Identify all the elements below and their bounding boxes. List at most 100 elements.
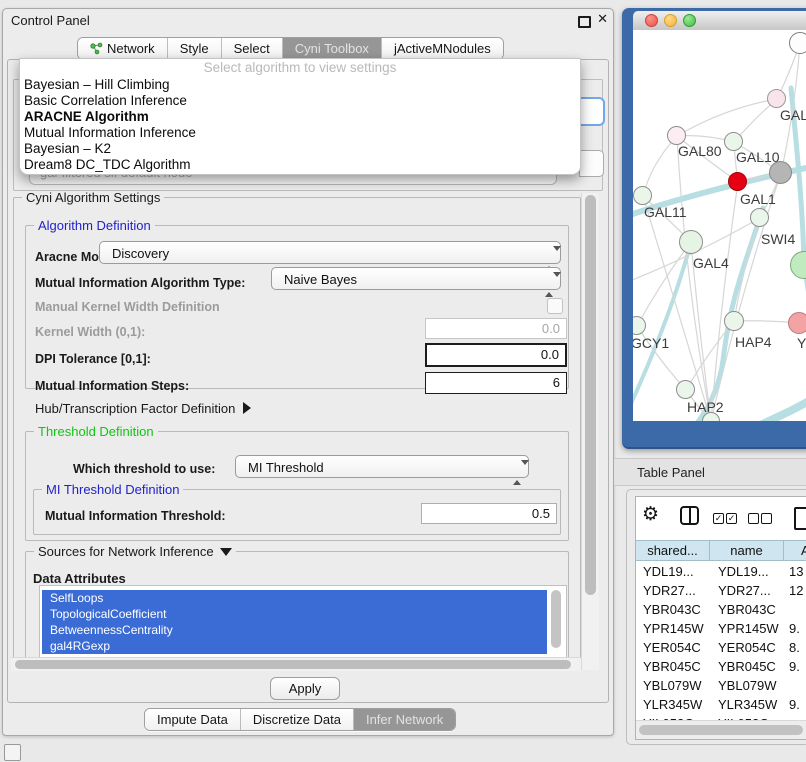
- hub-definition-expander[interactable]: Hub/Transcription Factor Definition: [35, 401, 251, 416]
- column-header[interactable]: name: [709, 540, 784, 561]
- kernel-width-field[interactable]: 0.0: [425, 318, 567, 339]
- expander-arrow-icon: [243, 402, 251, 414]
- data-attributes-label: Data Attributes: [33, 571, 126, 586]
- table-horizontal-scrollbar[interactable]: [636, 720, 806, 740]
- manual-kernel-checkbox[interactable]: [547, 298, 563, 314]
- tab-network[interactable]: Network: [78, 38, 167, 59]
- node-label: GCY1: [633, 335, 669, 351]
- settings-group-title: Cyni Algorithm Settings: [22, 190, 164, 205]
- dpi-tolerance-field[interactable]: 0.0: [425, 343, 567, 367]
- node-label: HAP2: [687, 399, 724, 415]
- settings-horizontal-scrollbar[interactable]: [11, 657, 581, 671]
- sources-title: Sources for Network Inference: [34, 544, 236, 559]
- algorithm-dropdown-popup: Select algorithm to view settings Bayesi…: [19, 58, 581, 175]
- deselect-all-icon[interactable]: [761, 513, 772, 524]
- zoom-traffic-light-icon[interactable]: [683, 14, 696, 27]
- network-node-hap2[interactable]: [676, 380, 695, 399]
- select-all-icon[interactable]: ✓: [726, 513, 737, 524]
- gear-icon[interactable]: ⚙: [642, 503, 659, 526]
- collapse-arrow-icon[interactable]: [220, 548, 232, 556]
- network-node-swi4[interactable]: [750, 208, 769, 227]
- dpi-tolerance-label: DPI Tolerance [0,1]:: [35, 352, 151, 366]
- node-label: GAL1: [740, 191, 776, 207]
- select-all-icon[interactable]: ✓: [713, 513, 724, 524]
- mi-type-label: Mutual Information Algorithm Type:: [35, 276, 245, 290]
- apply-button[interactable]: Apply: [270, 677, 340, 700]
- network-window-titlebar[interactable]: [633, 11, 806, 31]
- scrollbar-thumb[interactable]: [585, 195, 596, 595]
- mi-steps-field[interactable]: 6: [425, 372, 567, 394]
- node-label: GAL11: [644, 204, 687, 220]
- network-view-window: GAL GAL80 GAL10 GAL1 GAL11 SWI4 GAL4 GCY…: [622, 8, 806, 449]
- table-panel-title: Table Panel: [614, 458, 806, 486]
- data-attributes-list[interactable]: SelfLoops TopologicalCoefficient Between…: [39, 585, 567, 659]
- dropdown-item[interactable]: Basic Correlation Inference: [24, 93, 187, 109]
- close-traffic-light-icon[interactable]: [645, 14, 658, 27]
- which-threshold-combo[interactable]: MI Threshold: [235, 455, 529, 478]
- network-node[interactable]: [767, 89, 786, 108]
- dropdown-item[interactable]: Bayesian – Hill Climbing: [24, 77, 170, 93]
- mi-type-combo[interactable]: Naive Bayes: [271, 267, 561, 290]
- dropdown-placeholder: Select algorithm to view settings: [20, 60, 580, 75]
- mi-threshold-field[interactable]: 0.5: [421, 503, 557, 524]
- dock-panel-icon[interactable]: [4, 744, 21, 761]
- list-item[interactable]: SelfLoops: [42, 590, 547, 606]
- control-panel-title: Control Panel: [11, 13, 90, 28]
- node-label: HAP4: [735, 334, 772, 350]
- tab-infer-network[interactable]: Infer Network: [353, 709, 455, 730]
- network-node-gal4[interactable]: [679, 230, 703, 254]
- dropdown-item[interactable]: Dream8 DC_TDC Algorithm: [24, 157, 191, 173]
- network-combo-fragment[interactable]: [579, 150, 604, 177]
- mi-steps-label: Mutual Information Steps:: [35, 379, 189, 393]
- dropdown-item[interactable]: Bayesian – K2: [24, 141, 111, 157]
- scrollbar-thumb[interactable]: [639, 725, 803, 735]
- column-header[interactable]: shared...: [635, 540, 710, 561]
- network-node-gal1[interactable]: [728, 172, 747, 191]
- settings-vertical-scrollbar[interactable]: [581, 193, 599, 670]
- minimize-traffic-light-icon[interactable]: [664, 14, 677, 27]
- tab-select[interactable]: Select: [221, 38, 282, 59]
- threshold-definition-title: Threshold Definition: [34, 424, 158, 439]
- algorithm-combo-fragment[interactable]: [579, 97, 605, 126]
- node-label: SWI4: [761, 231, 795, 247]
- mi-threshold-title: MI Threshold Definition: [42, 482, 183, 497]
- aracne-mode-combo[interactable]: Discovery: [99, 241, 561, 264]
- column-header[interactable]: A: [783, 540, 806, 561]
- list-item[interactable]: BetweennessCentrality: [42, 622, 547, 638]
- algorithm-definition-title: Algorithm Definition: [34, 218, 155, 233]
- table-panel-container: ⚙ ✓ ✓ shared... name A YDL19... YDL19...…: [626, 489, 806, 745]
- list-item[interactable]: gal4RGexp: [42, 638, 547, 654]
- node-label: Y: [797, 335, 806, 351]
- control-panel-tabs: Network Style Select Cyni Toolbox jActiv…: [77, 37, 504, 60]
- scrollbar-thumb[interactable]: [15, 660, 571, 669]
- table-header-row: shared... name A: [636, 540, 806, 561]
- network-canvas[interactable]: GAL GAL80 GAL10 GAL1 GAL11 SWI4 GAL4 GCY…: [633, 30, 806, 421]
- float-window-icon[interactable]: [578, 16, 591, 28]
- network-node-gal11[interactable]: [633, 186, 652, 205]
- node-label: GAL80: [678, 143, 722, 159]
- tab-jactivemnodules[interactable]: jActiveMNodules: [381, 38, 503, 59]
- which-threshold-label: Which threshold to use:: [73, 462, 215, 476]
- deselect-all-icon[interactable]: [748, 513, 759, 524]
- network-node-hap4[interactable]: [724, 311, 744, 331]
- tab-cyni-toolbox[interactable]: Cyni Toolbox: [282, 38, 381, 59]
- cyni-bottom-tabs: Impute Data Discretize Data Infer Networ…: [144, 708, 456, 731]
- network-node[interactable]: [789, 32, 806, 54]
- list-scrollbar-thumb[interactable]: [551, 590, 561, 648]
- node-label: GAL: [780, 107, 806, 123]
- tab-impute-data[interactable]: Impute Data: [145, 709, 240, 730]
- column-chooser-icon[interactable]: [680, 506, 699, 525]
- dropdown-item-selected[interactable]: ARACNE Algorithm: [24, 109, 149, 125]
- tab-style[interactable]: Style: [167, 38, 221, 59]
- document-icon[interactable]: [794, 507, 806, 530]
- mi-threshold-label: Mutual Information Threshold:: [45, 509, 226, 523]
- list-item[interactable]: TopologicalCoefficient: [42, 606, 547, 622]
- network-node[interactable]: [788, 312, 806, 334]
- control-panel-window: Control Panel ✕ Network Style Select Cyn…: [2, 8, 614, 736]
- dropdown-item[interactable]: Mutual Information Inference: [24, 125, 196, 141]
- tab-discretize-data[interactable]: Discretize Data: [240, 709, 353, 730]
- node-label: GAL10: [736, 149, 780, 165]
- tab-network-label: Network: [107, 38, 155, 59]
- close-icon[interactable]: ✕: [597, 11, 608, 27]
- network-edges: [633, 30, 806, 421]
